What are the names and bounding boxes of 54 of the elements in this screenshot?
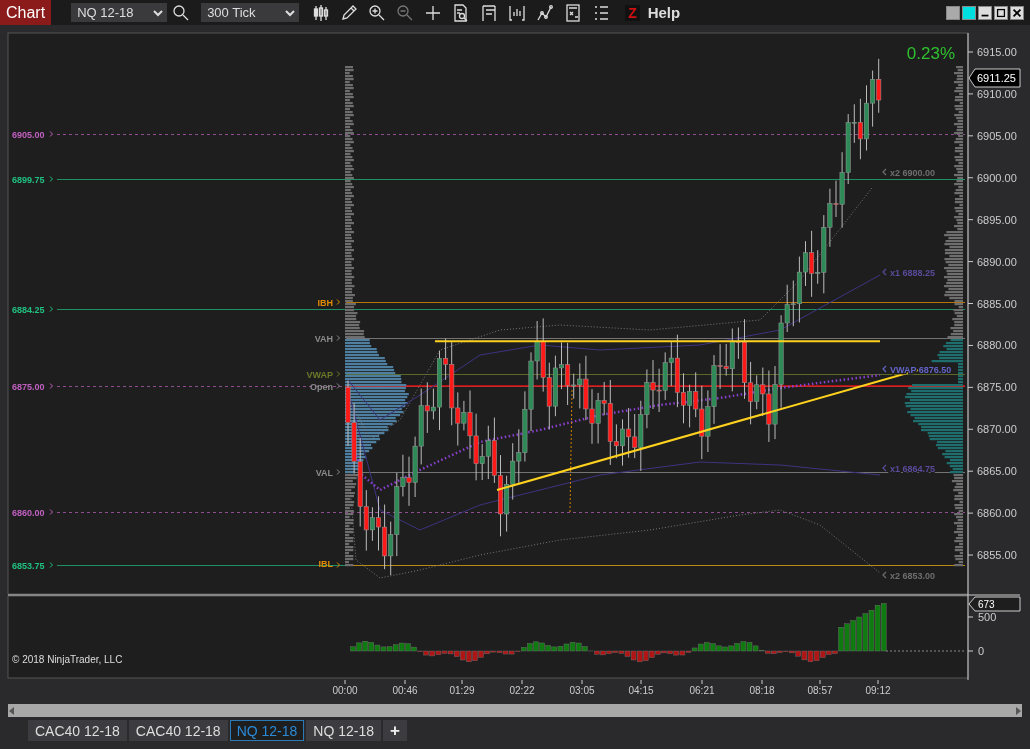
volume-axis-label: 500 (978, 611, 997, 623)
price-axis-label: 6900.00 (977, 171, 1017, 184)
volume-last-label: 673 (978, 599, 995, 610)
help-menu[interactable]: Help (647, 4, 681, 21)
chart-tab[interactable]: CAC40 12-18 (128, 720, 228, 741)
time-axis-label: 06:21 (689, 685, 715, 696)
price-axis-label: 6885.00 (977, 297, 1017, 310)
band-annotation: VWAP 6876.50 (890, 364, 952, 375)
band-annotation: x1 6864.75 (890, 463, 936, 474)
chart-tab[interactable]: NQ 12-18 (229, 720, 305, 741)
time-axis-label: 02:22 (509, 685, 535, 696)
chart-tab[interactable]: NQ 12-18 (306, 720, 382, 741)
price-axis-label: 6875.00 (977, 381, 1017, 394)
price-level-label: 6884.25 (12, 304, 45, 315)
profile-label: VWAP (306, 369, 333, 380)
price-axis-label: 6865.00 (977, 465, 1017, 478)
band-annotation: x1 6888.25 (890, 267, 936, 278)
price-level-label: 6905.00 (12, 129, 45, 140)
profile-label: VAH (314, 333, 333, 344)
add-tab-button[interactable]: + (383, 720, 408, 741)
band-annotation: x2 6900.00 (890, 167, 936, 178)
chart-tab[interactable]: CAC40 12-18 (28, 720, 127, 741)
price-axis-label: 6855.00 (977, 549, 1017, 562)
time-axis-label: 09:12 (865, 685, 891, 696)
instrument-dropdown[interactable]: NQ 12-18 (71, 3, 168, 22)
change-percent: 0.23% (906, 44, 955, 63)
time-axis-label: 08:18 (749, 685, 775, 696)
band-annotation: x2 6853.00 (890, 570, 936, 581)
price-axis-label: 6905.00 (977, 129, 1017, 142)
price-level-label: 6853.75 (12, 560, 45, 571)
price-axis-label: 6860.00 (977, 507, 1017, 520)
copyright-text: © 2018 NinjaTrader, LLC (12, 654, 123, 665)
price-axis-label: 6915.00 (977, 46, 1017, 58)
profile-label: VAL (315, 467, 333, 478)
volume-axis-label: 0 (978, 645, 985, 657)
profile-label: Open (310, 381, 333, 392)
last-price-label: 6911.25 (977, 72, 1016, 84)
time-axis-label: 08:57 (807, 685, 833, 696)
price-axis-label: 6870.00 (977, 423, 1017, 436)
price-level-label: 6899.75 (12, 174, 45, 185)
price-axis-label: 6890.00 (977, 255, 1017, 268)
price-axis-label: 6880.00 (977, 339, 1017, 352)
price-level-label: 6875.00 (12, 381, 45, 392)
time-axis-label: 00:46 (392, 685, 418, 696)
interval-dropdown[interactable]: 300 Tick (201, 3, 300, 22)
time-axis-label: 01:29 (449, 685, 475, 696)
time-axis-label: 03:05 (569, 685, 595, 696)
chart-title-button[interactable]: Chart (0, 0, 52, 25)
price-axis-label: 6895.00 (977, 213, 1017, 226)
time-axis-label: 00:00 (332, 685, 358, 696)
profile-label: IBH (317, 297, 333, 308)
price-axis-label: 6910.00 (977, 87, 1017, 100)
price-level-label: 6860.00 (12, 507, 45, 518)
time-axis-label: 04:15 (628, 685, 654, 696)
